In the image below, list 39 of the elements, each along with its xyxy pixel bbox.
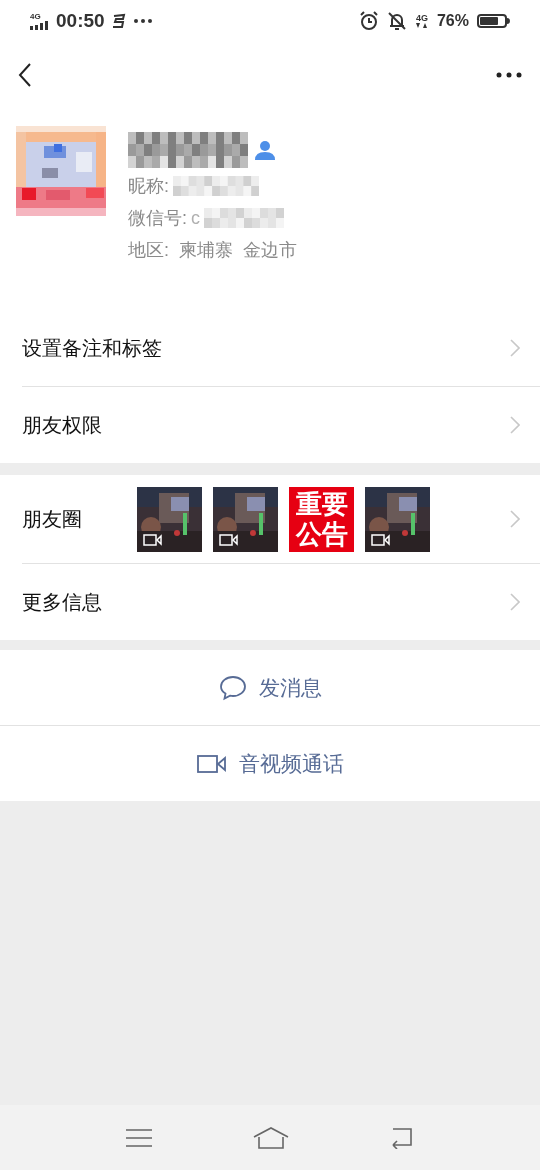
video-icon <box>143 533 163 546</box>
menu-row[interactable]: 朋友权限 <box>0 387 540 463</box>
menu-label: 设置备注和标签 <box>22 336 162 361</box>
chevron-icon <box>510 593 520 611</box>
more-button[interactable] <box>496 71 522 79</box>
chevron-icon <box>510 416 520 434</box>
chevron-icon <box>510 510 520 528</box>
network-label: 4G <box>30 12 41 21</box>
menu-row[interactable]: 更多信息 <box>0 564 540 640</box>
menu-row[interactable]: 朋友圈 重要公告 <box>0 475 540 563</box>
chevron-icon <box>510 339 520 357</box>
alarm-icon <box>358 11 379 31</box>
data-arrows-icon <box>414 22 429 29</box>
video-icon <box>219 533 239 546</box>
video-icon <box>371 533 391 546</box>
clock-time: 00:50 <box>56 8 105 33</box>
contact-icon <box>254 140 276 160</box>
menu-label: 朋友权限 <box>22 413 103 438</box>
call-button[interactable]: 音视频通话 <box>0 726 540 801</box>
menu-button[interactable] <box>125 1126 153 1149</box>
region-text: 地区: 柬埔寨 金边市 <box>128 238 297 262</box>
network-label: 4G <box>415 13 428 23</box>
send-message-button[interactable]: 发消息 <box>0 650 540 725</box>
menu-label: 朋友圈 <box>22 507 83 532</box>
chat-bubble-icon <box>218 674 247 701</box>
battery-percent: 76% <box>436 11 469 31</box>
more-notifications-icon <box>132 18 153 24</box>
home-button[interactable] <box>253 1125 289 1150</box>
app-notification-icon <box>110 13 127 29</box>
battery-icon <box>477 14 510 28</box>
wechat-id-start: c <box>191 206 200 230</box>
signal-icon <box>30 20 50 30</box>
wechat-id-label: 微信号: <box>128 206 187 230</box>
video-camera-icon <box>196 753 227 774</box>
nickname-label: 昵称: <box>128 174 169 198</box>
back-nav-button[interactable] <box>389 1126 415 1149</box>
muted-bell-icon <box>386 11 407 31</box>
menu-label: 更多信息 <box>22 590 103 615</box>
menu-row[interactable]: 设置备注和标签 <box>0 310 540 386</box>
